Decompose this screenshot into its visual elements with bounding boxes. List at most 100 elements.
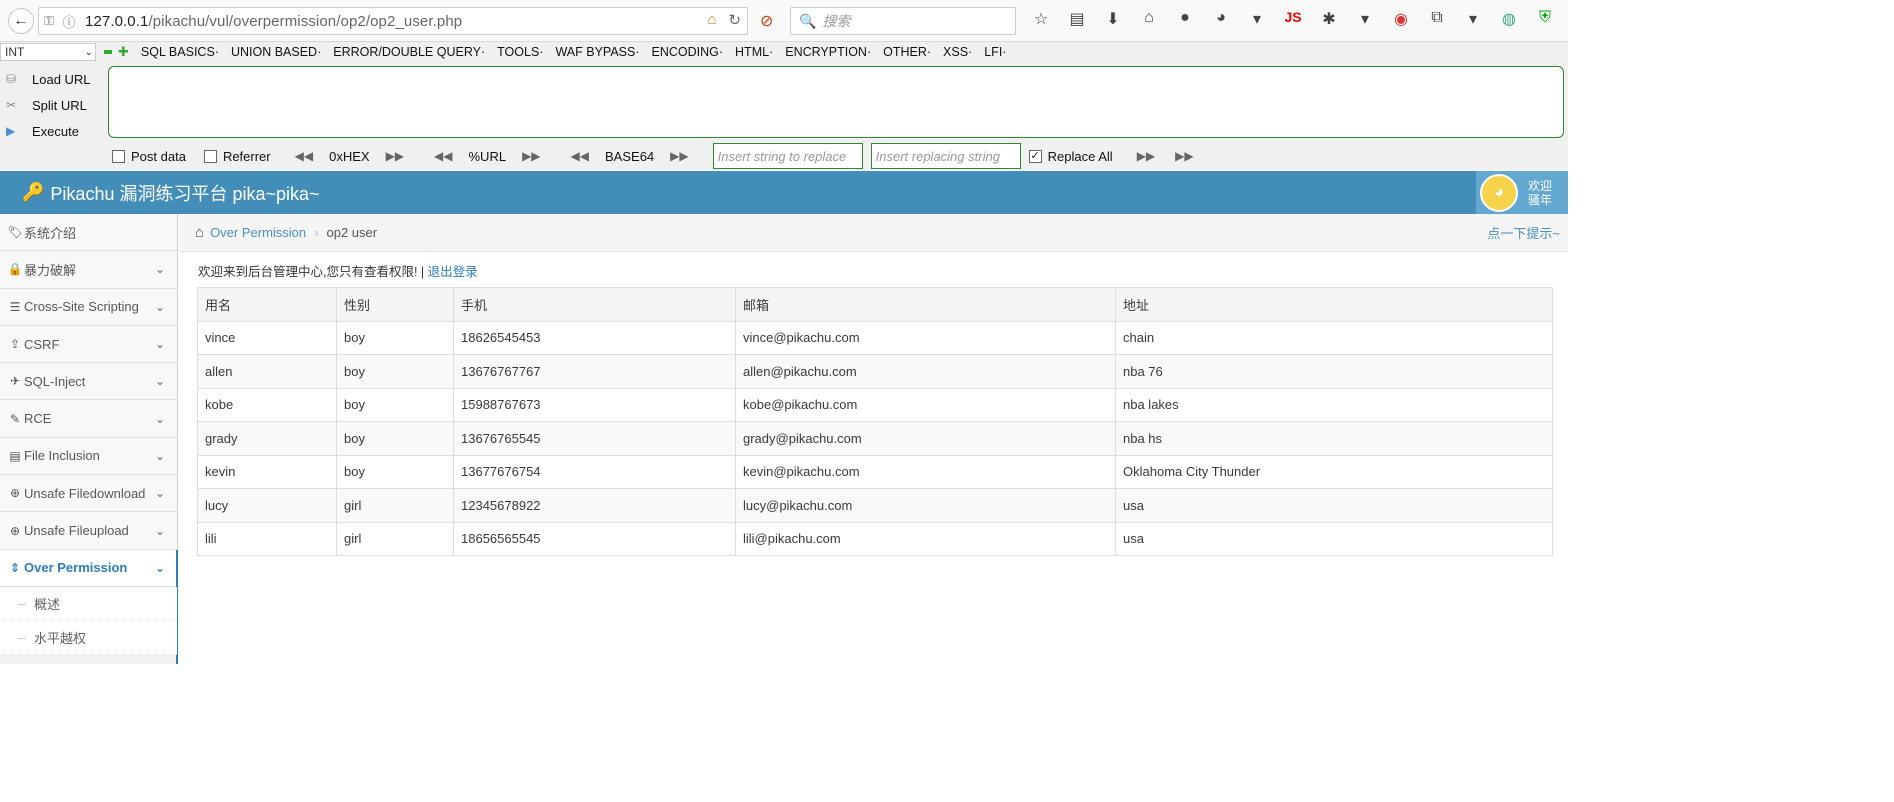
menu-other[interactable]: OTHER·	[883, 45, 931, 59]
sidebar-item-bruteforce[interactable]: 🔒 暴力破解 ⌄	[0, 251, 177, 289]
column-header-gender: 性别	[336, 287, 454, 322]
home-icon[interactable]: ⌂	[1136, 9, 1162, 29]
addon-chevron-icon[interactable]: ▾	[1352, 9, 1378, 29]
shield-icon[interactable]: ⛨	[1532, 9, 1558, 29]
cell-phone: 18656565545	[453, 521, 736, 556]
post-data-checkbox[interactable]	[112, 149, 125, 163]
sidebar-subitem-overview[interactable]: 概述	[0, 586, 177, 621]
back-button[interactable]: ←	[8, 7, 34, 34]
hackbar-icon[interactable]: ◉	[1388, 9, 1414, 29]
hackbar-menu: INT ⌄ ✚ SQL BASICS· UNION BASED· ERROR/D…	[0, 42, 1568, 62]
sidebar-item-over-permission[interactable]: ⇕ Over Permission ⌄	[0, 549, 178, 665]
sidebar-item-sqli[interactable]: ✈ SQL-Inject ⌄	[0, 363, 177, 401]
search-placeholder: 搜索	[822, 13, 851, 29]
sync-icon[interactable]: ●	[1172, 9, 1198, 29]
plus-icon[interactable]: ✚	[118, 44, 129, 60]
replace-all-label: Replace All	[1047, 148, 1113, 164]
hex-encode-arrow-icon[interactable]: ▶▶	[386, 149, 404, 163]
url-label: %URL	[468, 148, 507, 164]
replacing-string-input[interactable]: Insert replacing string	[870, 143, 1021, 169]
notice-text: 欢迎来到后台管理中心,您只有查看权限! |	[198, 265, 428, 279]
referrer-toggle[interactable]: Referrer	[203, 149, 271, 164]
referrer-checkbox[interactable]	[203, 149, 217, 163]
execute-button[interactable]: ▶ Execute	[0, 118, 100, 144]
text-height-icon: ⇕	[9, 560, 21, 575]
menu-error-double-query[interactable]: ERROR/DOUBLE QUERY·	[333, 45, 485, 59]
menu-lfi[interactable]: LFI·	[984, 45, 1006, 59]
sidebar-item-xss[interactable]: ☰ Cross-Site Scripting ⌄	[0, 288, 177, 326]
type-select[interactable]: INT ⌄	[0, 43, 96, 61]
cell-phone: 15988767673	[453, 387, 736, 422]
reload-icon[interactable]: ↻	[728, 11, 741, 29]
url-decode-arrow-icon[interactable]: ◀◀	[434, 149, 452, 163]
menu-encoding[interactable]: ENCODING·	[652, 45, 724, 59]
column-header-name: 用名	[197, 287, 337, 322]
logout-link[interactable]: 退出登录	[428, 265, 478, 279]
block-icon[interactable]: ⊘	[760, 11, 773, 31]
breadcrumb-parent-link[interactable]: Over Permission	[210, 225, 306, 240]
address-bar[interactable]: ⚿ ⓘ 127.0.0.1/pikachu/vul/overpermission…	[38, 7, 748, 35]
hex-decode-arrow-icon[interactable]: ◀◀	[295, 149, 313, 163]
minus-icon[interactable]	[104, 50, 112, 54]
users-table: 用名 性别 手机 邮箱 地址 vince boy 18626545453 vin…	[197, 287, 1553, 556]
url-text: 127.0.0.1/pikachu/vul/overpermission/op2…	[85, 13, 462, 30]
info-icon[interactable]: ⓘ	[59, 12, 79, 31]
chevron-down-icon: ⌄	[154, 411, 165, 426]
menu-waf-bypass[interactable]: WAF BYPASS·	[555, 45, 639, 59]
cell-phone: 13676767767	[453, 354, 736, 389]
hint-link[interactable]: 点一下提示~	[1487, 223, 1560, 242]
home-icon[interactable]: ⌂	[195, 224, 204, 241]
replace-all-checkbox[interactable]	[1028, 149, 1042, 163]
replace-next-arrow-icon[interactable]: ▶▶	[1175, 149, 1193, 163]
cell-name: grady	[197, 421, 337, 456]
type-select-value: INT	[5, 45, 25, 59]
file-icon: ▤	[9, 448, 21, 463]
sidebar-item-rce[interactable]: ✎ RCE ⌄	[0, 400, 177, 438]
load-url-icon: ⛁	[6, 72, 17, 86]
cell-address: chain	[1115, 320, 1553, 355]
breadcrumb: ⌂ Over Permission › op2 user 点一下提示~	[179, 214, 1568, 252]
cell-name: vince	[197, 320, 337, 355]
menu-sql-basics[interactable]: SQL BASICS·	[141, 45, 219, 59]
menu-html[interactable]: HTML·	[735, 45, 773, 59]
pencil-icon: ✎	[9, 411, 21, 426]
url-encode-arrow-icon[interactable]: ▶▶	[522, 149, 540, 163]
sidebar-item-file-inclusion[interactable]: ▤ File Inclusion ⌄	[0, 437, 177, 476]
bug-icon[interactable]: ✱	[1316, 9, 1342, 29]
table-row: grady boy 13676765545 grady@pikachu.com …	[197, 421, 1553, 456]
replace-all-toggle[interactable]: Replace All	[1028, 148, 1113, 164]
translate-icon[interactable]: ◍	[1496, 9, 1522, 29]
replace-arrow-icon[interactable]: ▶▶	[1137, 149, 1155, 163]
screenshot-icon[interactable]: ⧉	[1424, 9, 1450, 29]
sidebar-item-intro[interactable]: 🏷 系统介绍	[0, 214, 177, 252]
download-icon[interactable]: ⬇	[1100, 9, 1126, 29]
menu-xss[interactable]: XSS·	[943, 45, 972, 59]
palette-icon[interactable]: ◕	[1208, 9, 1234, 29]
sidebar-item-filedownload[interactable]: ⊕ Unsafe Filedownload ⌄	[0, 475, 177, 513]
base64-encode-arrow-icon[interactable]: ▶▶	[670, 149, 688, 163]
cell-name: allen	[197, 354, 337, 389]
home-site-icon[interactable]: ⌂	[707, 11, 716, 29]
bookmark-star-icon[interactable]: ☆	[1028, 9, 1054, 29]
post-data-toggle[interactable]: Post data	[112, 149, 186, 164]
key-icon: 🔑	[22, 182, 45, 202]
menu-encryption[interactable]: ENCRYPTION·	[785, 45, 871, 59]
menu-chevron-icon[interactable]: ▾	[1244, 9, 1270, 29]
menu-tools[interactable]: TOOLS·	[497, 45, 543, 59]
split-url-button[interactable]: ✂ Split URL	[0, 92, 100, 118]
hackbar-url-textarea[interactable]	[108, 66, 1564, 138]
load-url-button[interactable]: ⛁ Load URL	[0, 66, 100, 92]
reading-list-icon[interactable]: ▤	[1064, 9, 1090, 29]
sidebar-subitem-label: 水平越权	[34, 630, 87, 646]
user-menu[interactable]: ◕ 欢迎 骚年	[1476, 171, 1568, 214]
sidebar-item-csrf[interactable]: ⇪ CSRF ⌄	[0, 325, 177, 364]
sidebar-item-fileupload[interactable]: ⊕ Unsafe Fileupload ⌄	[0, 512, 177, 550]
addon2-chevron-icon[interactable]: ▾	[1460, 9, 1486, 29]
search-input[interactable]: 🔍 搜索	[790, 7, 1016, 35]
sidebar-subitem-horizontal[interactable]: 水平越权	[0, 620, 177, 655]
menu-union-based[interactable]: UNION BASED·	[231, 45, 321, 59]
base64-decode-arrow-icon[interactable]: ◀◀	[571, 149, 589, 163]
js-toggle[interactable]: JS	[1280, 9, 1306, 29]
app-title[interactable]: 🔑 Pikachu 漏洞练习平台 pika~pika~	[22, 180, 320, 206]
replace-string-input[interactable]: Insert string to replace	[712, 143, 863, 169]
